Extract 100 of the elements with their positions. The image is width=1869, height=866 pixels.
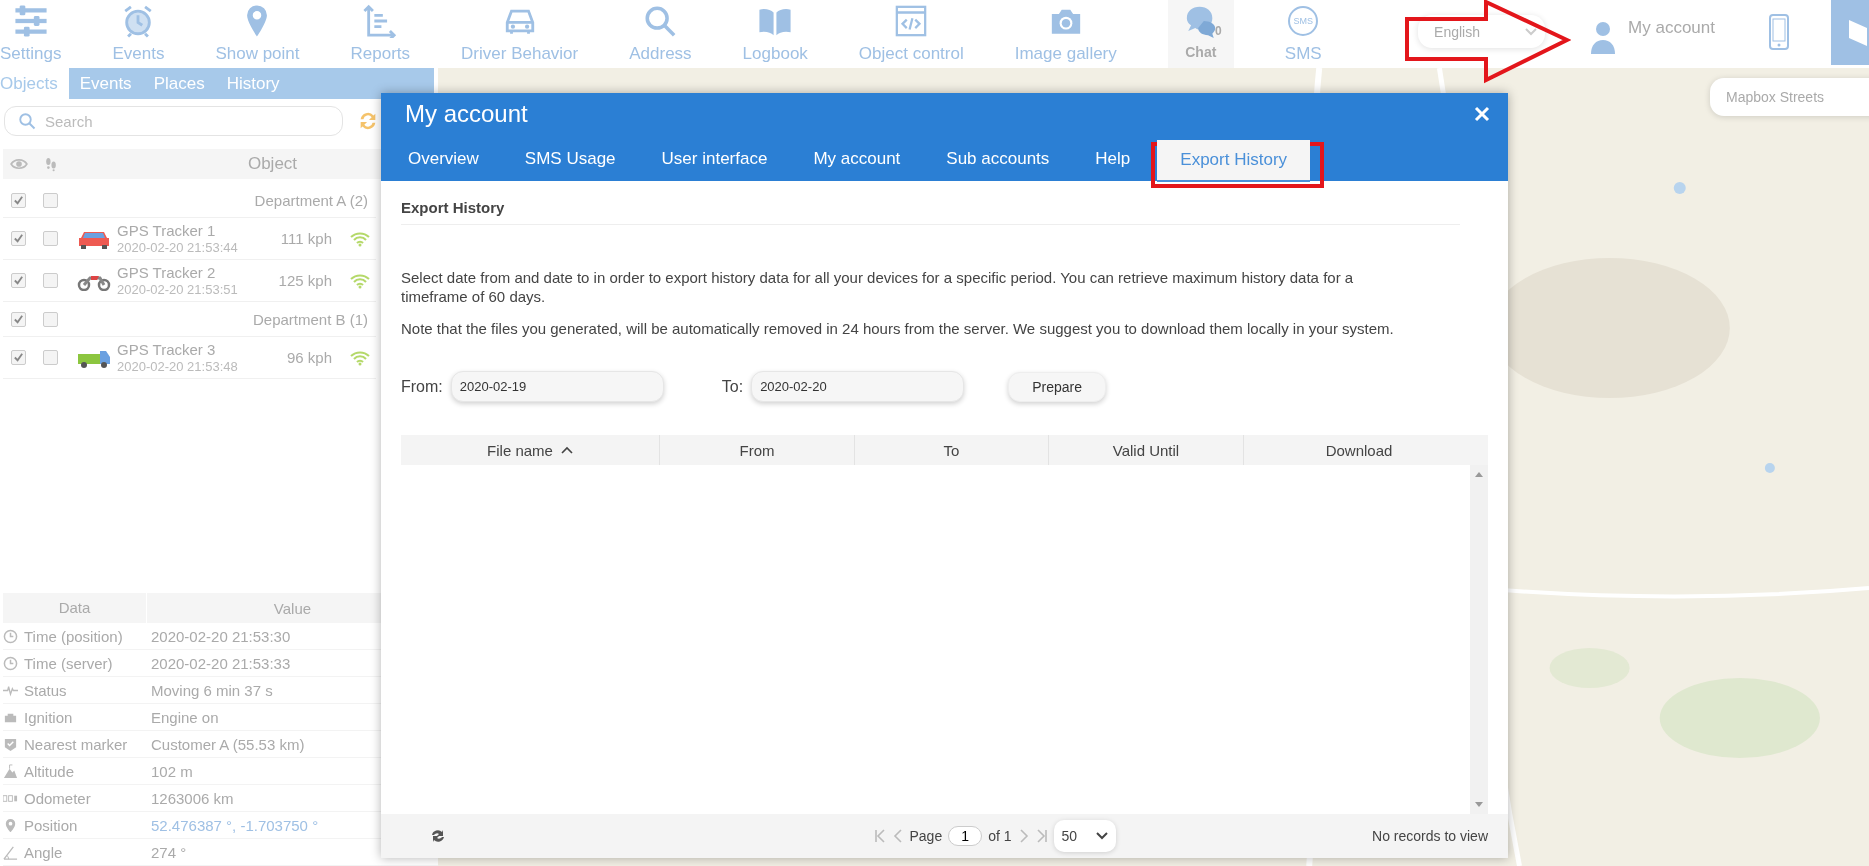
toolbar-button[interactable]: SMS SMS xyxy=(1284,0,1322,68)
toolbar-button[interactable]: Events xyxy=(112,0,165,68)
checkbox[interactable] xyxy=(11,273,26,288)
toolbar-button[interactable]: Image gallery xyxy=(1014,0,1117,68)
map-pin-icon xyxy=(3,817,18,833)
data-value: 2020-02-20 21:53:30 xyxy=(150,627,291,645)
dialog-tab[interactable]: SMS Usage xyxy=(501,139,639,179)
account-link[interactable]: My account xyxy=(1628,18,1715,38)
close-icon[interactable] xyxy=(1474,106,1490,122)
page-size-select[interactable]: 50 xyxy=(1053,820,1116,852)
page-label: Page xyxy=(909,828,943,844)
data-value: Engine on xyxy=(150,708,219,726)
data-label: Ignition xyxy=(24,708,73,726)
dialog-tab[interactable]: User interface xyxy=(638,139,791,179)
object-name[interactable]: GPS Tracker 1 xyxy=(117,221,238,239)
panel-tab[interactable]: Places xyxy=(142,68,216,99)
refresh-icon[interactable] xyxy=(429,827,447,845)
date-field[interactable]: 2020-02-20 xyxy=(751,371,965,402)
checkbox[interactable] xyxy=(11,350,26,365)
timestamp: 2020-02-20 21:53:51 xyxy=(117,280,238,298)
coordinates-link[interactable]: 52.476387 °, -1.703750 ° xyxy=(146,816,319,834)
data-label: Status xyxy=(24,681,67,699)
toolbar-button[interactable]: Driver Behavior xyxy=(461,0,579,68)
dialog-title: My account xyxy=(405,100,528,128)
phone-icon xyxy=(1769,14,1789,50)
page-field[interactable]: 1 xyxy=(948,826,983,846)
sms-icon: SMS xyxy=(1288,6,1319,36)
clock-icon xyxy=(3,655,18,671)
data-value: 1263006 km xyxy=(150,789,234,807)
speed-value: 96 kph xyxy=(286,349,332,366)
toolbar-button[interactable]: Reports xyxy=(350,0,411,68)
dialog-tab[interactable]: Export History xyxy=(1157,140,1311,182)
search-icon xyxy=(643,4,678,38)
footprints-icon xyxy=(44,155,58,173)
data-label: Odometer xyxy=(24,789,91,807)
column-header[interactable]: To xyxy=(855,435,1049,465)
checkbox[interactable] xyxy=(43,350,58,365)
checkbox[interactable] xyxy=(11,192,26,208)
chevron-down-icon xyxy=(1525,27,1538,36)
previous-page-icon[interactable] xyxy=(891,829,904,843)
toolbar-button[interactable]: Address xyxy=(629,0,692,68)
column-header[interactable]: File name xyxy=(401,435,660,465)
toolbar-button[interactable]: Object control xyxy=(858,0,964,68)
checkbox[interactable] xyxy=(43,192,58,208)
dialog-tab[interactable]: Help xyxy=(1072,139,1154,179)
column-header[interactable]: Valid Until xyxy=(1049,435,1244,465)
prepare-button[interactable]: Prepare xyxy=(1008,371,1107,402)
column-header[interactable]: Download xyxy=(1244,435,1474,465)
checkbox[interactable] xyxy=(43,231,58,246)
next-page-icon[interactable] xyxy=(1017,829,1030,843)
data-label: Time (position) xyxy=(24,627,123,645)
signal-icon xyxy=(350,349,370,366)
dialog-tab[interactable]: Overview xyxy=(385,139,502,179)
first-page-icon[interactable] xyxy=(873,829,886,843)
angle-icon xyxy=(3,844,18,860)
chart-icon xyxy=(363,4,398,38)
map-layer-select[interactable]: Mapbox Streets xyxy=(1710,78,1869,116)
toolbar-button[interactable]: Settings xyxy=(0,0,62,68)
user-icon xyxy=(1590,20,1617,54)
timestamp: 2020-02-20 21:53:44 xyxy=(117,238,238,256)
checkbox[interactable] xyxy=(43,311,58,327)
data-label: Position xyxy=(24,816,78,834)
data-value: 2020-02-20 21:53:33 xyxy=(150,654,291,672)
object-name[interactable]: GPS Tracker 2 xyxy=(117,263,238,281)
object-name[interactable]: GPS Tracker 3 xyxy=(117,340,238,358)
last-page-icon[interactable] xyxy=(1035,829,1048,843)
panel-tab[interactable]: Objects xyxy=(0,68,69,99)
dialog-tab[interactable]: My account xyxy=(790,139,924,179)
timestamp: 2020-02-20 21:53:48 xyxy=(117,357,238,375)
data-value: Customer A (55.53 km) xyxy=(150,735,305,753)
checkbox[interactable] xyxy=(11,231,26,246)
field-label: To: xyxy=(721,377,744,396)
search-icon xyxy=(18,112,36,130)
records-status: No records to view xyxy=(1372,828,1488,844)
sliders-icon xyxy=(13,4,48,38)
dialog-tab[interactable]: Sub accounts xyxy=(923,139,1073,179)
panel-tab[interactable]: Events xyxy=(68,68,143,99)
toolbar-button[interactable]: Chat 0 xyxy=(1167,0,1234,68)
side-panel-button[interactable] xyxy=(1831,0,1869,65)
scroll-up-icon xyxy=(1475,471,1483,477)
column-header[interactable]: From xyxy=(660,435,855,465)
mountain-icon xyxy=(3,763,18,779)
toolbar-button[interactable]: Show point xyxy=(215,0,300,68)
speed-value: 125 kph xyxy=(278,272,332,289)
data-label: Nearest marker xyxy=(24,735,128,753)
speed-value: 111 kph xyxy=(280,230,332,247)
checkbox[interactable] xyxy=(11,311,26,327)
scroll-down-icon xyxy=(1475,802,1483,808)
data-label: Time (server) xyxy=(24,654,113,672)
unread-count: 0 xyxy=(1215,24,1222,38)
code-window-icon xyxy=(894,4,929,38)
date-field[interactable]: 2020-02-19 xyxy=(450,371,664,402)
checkbox[interactable] xyxy=(43,273,58,288)
page-count: of 1 xyxy=(988,828,1012,844)
panel-tab[interactable]: History xyxy=(215,68,291,99)
flag-icon xyxy=(1847,17,1869,48)
search-field[interactable]: Search xyxy=(4,106,343,136)
toolbar-button[interactable]: Logbook xyxy=(742,0,808,68)
signal-icon xyxy=(350,272,370,289)
column-header: Data xyxy=(3,593,147,623)
